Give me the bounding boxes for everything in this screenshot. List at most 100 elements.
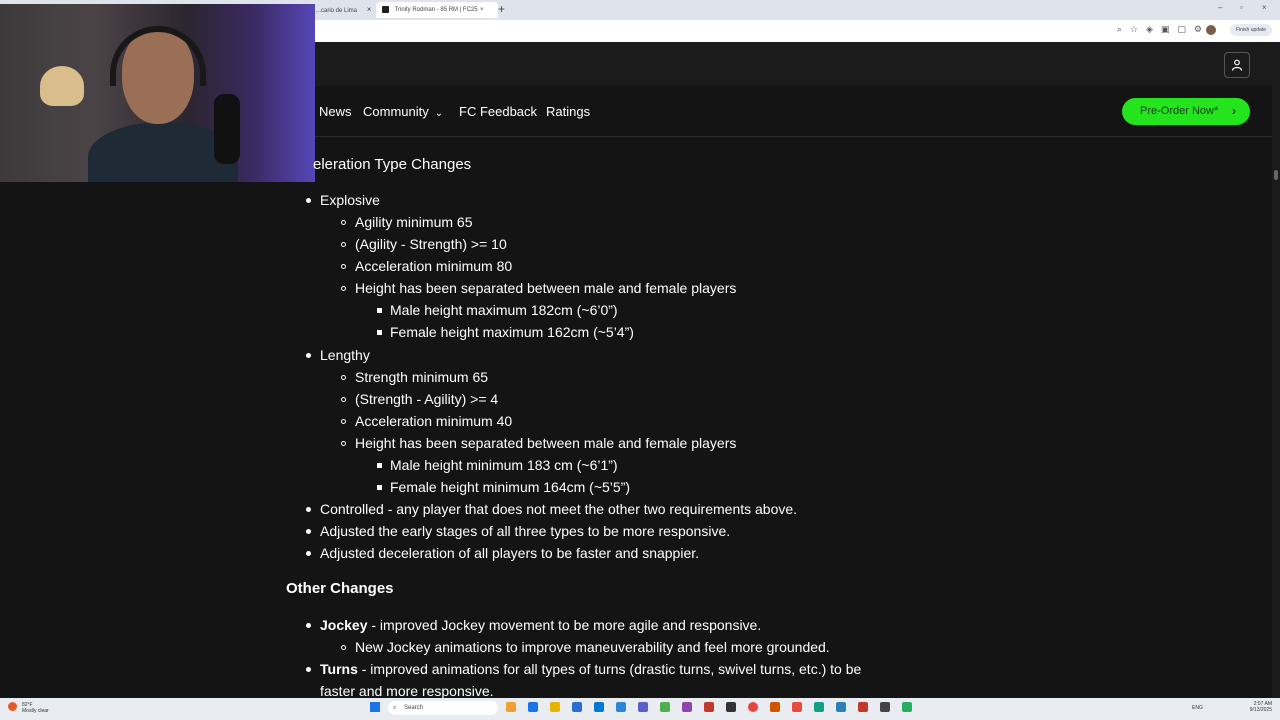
scrollbar[interactable] xyxy=(1272,42,1280,698)
app-icon[interactable] xyxy=(572,702,582,712)
bullet xyxy=(377,330,382,335)
app-icon[interactable] xyxy=(682,702,692,712)
app-icon[interactable] xyxy=(770,702,780,712)
bullet xyxy=(306,198,311,203)
close-window-icon[interactable]: × xyxy=(1262,3,1267,12)
criterion: (Agility - Strength) >= 10 xyxy=(355,236,507,252)
list-item: Controlled - any player that does not me… xyxy=(320,501,798,517)
term: Turns xyxy=(320,661,358,677)
search-icon: ⌕ xyxy=(393,705,397,711)
height-rule: Male height maximum 182cm (~6’0”) xyxy=(390,302,618,318)
app-icon[interactable] xyxy=(858,702,868,712)
weather-desc: Mostly clear xyxy=(22,708,49,714)
language-indicator[interactable]: ENG xyxy=(1192,705,1203,711)
lamp-image xyxy=(40,66,84,106)
date: 9/13/2025 xyxy=(1249,707,1272,713)
nav-fc-feedback[interactable]: FC Feedback xyxy=(459,104,537,119)
finish-update-button[interactable]: Finish update xyxy=(1229,24,1272,36)
maximize-icon[interactable]: ▫ xyxy=(1240,3,1243,12)
criterion: Agility minimum 65 xyxy=(355,214,473,230)
description: - improved Jockey movement to be more ag… xyxy=(367,617,762,633)
bullet xyxy=(341,441,346,446)
type-explosive: Explosive xyxy=(320,192,380,208)
windows-icon[interactable] xyxy=(370,702,380,712)
bullet xyxy=(306,667,311,672)
bullet xyxy=(341,286,346,291)
app-icon[interactable] xyxy=(506,702,516,712)
minimize-icon[interactable]: – xyxy=(1218,3,1222,12)
list-item-turns: Turns - improved animations for all type… xyxy=(320,660,861,678)
app-icon[interactable] xyxy=(660,702,670,712)
pre-order-label: Pre-Order Now* xyxy=(1140,105,1219,117)
new-tab-icon[interactable]: + xyxy=(498,2,505,16)
bullet xyxy=(341,419,346,424)
taskbar-search[interactable]: ⌕ Search xyxy=(388,701,498,715)
bullet xyxy=(377,463,382,468)
sub-item: New Jockey animations to improve maneuve… xyxy=(355,639,830,655)
bullet xyxy=(341,397,346,402)
app-icon[interactable] xyxy=(616,702,626,712)
app-icon[interactable] xyxy=(726,702,736,712)
tab-title: ...cario de Lima xyxy=(316,8,358,14)
bullet xyxy=(306,623,311,628)
criterion: Height has been separated between male a… xyxy=(355,435,737,451)
type-lengthy: Lengthy xyxy=(320,347,370,363)
app-icon[interactable] xyxy=(704,702,714,712)
clock[interactable]: 2:07 AM 9/13/2025 xyxy=(1250,701,1272,713)
chrome-icon[interactable] xyxy=(748,702,758,712)
criterion: Acceleration minimum 40 xyxy=(355,413,513,429)
bullet xyxy=(306,551,311,556)
criterion: Strength minimum 65 xyxy=(355,369,489,385)
account-button[interactable] xyxy=(1224,52,1250,78)
profile-avatar[interactable] xyxy=(1206,25,1216,35)
height-rule: Female height minimum 164cm (~5’5”) xyxy=(390,479,631,495)
chevron-down-icon: ⌄ xyxy=(434,108,444,119)
list-item: Adjusted the early stages of all three t… xyxy=(320,523,731,539)
section-heading: eleration Type Changes xyxy=(313,156,472,173)
bullet xyxy=(306,353,311,358)
webcam-overlay xyxy=(0,4,315,182)
close-icon[interactable]: × xyxy=(480,2,484,18)
nav-community[interactable]: Community ⌄ xyxy=(363,104,443,119)
browser-tab-1[interactable]: ...cario de Lima × xyxy=(316,2,371,18)
tab-title: Trinity Rodman - 85 RM | FC25 xyxy=(394,7,478,13)
nav-news[interactable]: News xyxy=(319,104,352,119)
user-icon xyxy=(1231,59,1243,71)
criterion: Acceleration minimum 80 xyxy=(355,258,513,274)
list-item: Adjusted deceleration of all players to … xyxy=(320,545,700,561)
nav-community-label: Community xyxy=(363,104,429,119)
microphone-image xyxy=(214,94,240,164)
app-icon[interactable] xyxy=(814,702,824,712)
bullet xyxy=(341,220,346,225)
app-icon[interactable] xyxy=(528,702,538,712)
weather-widget[interactable]: 82°F Mostly clear xyxy=(22,702,49,714)
bullet xyxy=(341,242,346,247)
favicon-icon xyxy=(382,5,389,13)
app-icon[interactable] xyxy=(880,702,890,712)
headphones-image xyxy=(110,26,206,86)
bullet xyxy=(341,375,346,380)
arrow-right-icon: › xyxy=(1232,104,1236,118)
app-icon[interactable] xyxy=(836,702,846,712)
criterion: (Strength - Agility) >= 4 xyxy=(355,391,499,407)
scroll-thumb[interactable] xyxy=(1274,170,1278,180)
weather-icon xyxy=(8,702,17,711)
app-icon[interactable] xyxy=(792,702,802,712)
search-label: Search xyxy=(404,705,424,711)
close-icon[interactable]: × xyxy=(367,5,372,14)
term: Jockey xyxy=(320,617,368,633)
description: - improved animations for all types of t… xyxy=(357,661,862,677)
bullet xyxy=(341,645,346,650)
list-item-jockey: Jockey - improved Jockey movement to be … xyxy=(320,616,761,634)
nav-ratings[interactable]: Ratings xyxy=(546,104,590,119)
app-icon[interactable] xyxy=(594,702,604,712)
folder-icon[interactable] xyxy=(550,702,560,712)
app-icon[interactable] xyxy=(638,702,648,712)
app-icon[interactable] xyxy=(902,702,912,712)
bullet xyxy=(377,485,382,490)
pre-order-button[interactable]: Pre-Order Now* › xyxy=(1122,98,1250,125)
height-rule: Female height maximum 162cm (~5’4”) xyxy=(390,324,634,340)
height-rule: Male height minimum 183 cm (~6’1”) xyxy=(390,457,618,473)
toolbar-icons[interactable]: ⌕☆◈▣▢⚙ xyxy=(1117,24,1210,35)
other-changes-heading: Other Changes xyxy=(286,580,394,597)
